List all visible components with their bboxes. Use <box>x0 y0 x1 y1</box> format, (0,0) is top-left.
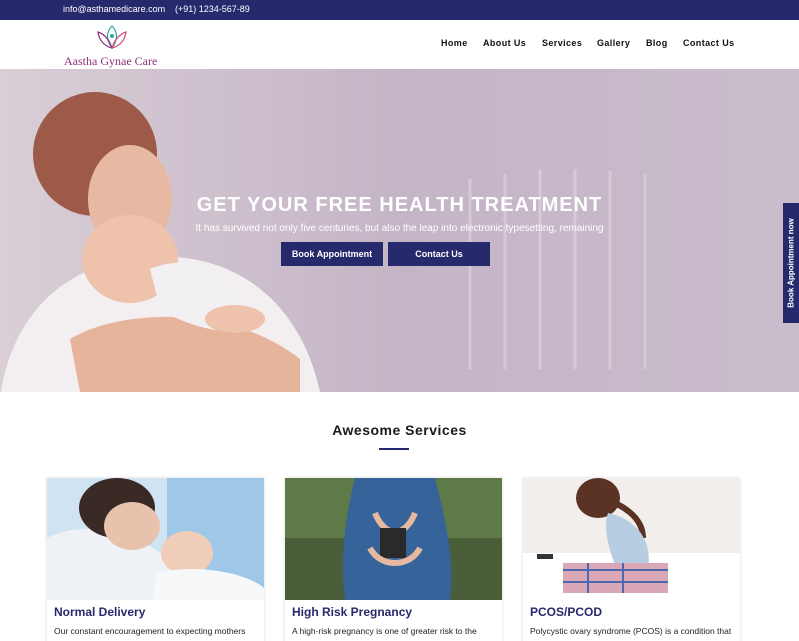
nav-gallery[interactable]: Gallery <box>597 38 630 48</box>
services-heading: Awesome Services <box>332 422 467 438</box>
hero-banner: GET YOUR FREE HEALTH TREATMENT It has su… <box>0 69 799 392</box>
hero-title: GET YOUR FREE HEALTH TREATMENT <box>196 194 603 216</box>
nav-services[interactable]: Services <box>542 38 582 48</box>
site-logo[interactable]: Aastha Gynae Care <box>62 22 172 68</box>
site-header: Aastha Gynae Care Home About Us Services… <box>0 20 799 69</box>
top-email[interactable]: info@asthamedicare.com <box>63 4 165 14</box>
service-card-normal-delivery[interactable]: Normal Delivery Our constant encourageme… <box>47 478 264 641</box>
card-text: Our constant encouragement to expecting … <box>54 626 246 636</box>
service-card-high-risk-pregnancy[interactable]: High Risk Pregnancy A high-risk pregnanc… <box>285 478 502 641</box>
card-text: Polycystic ovary syndrome (PCOS) is a co… <box>530 626 732 636</box>
nav-about[interactable]: About Us <box>483 38 526 48</box>
card-text: A high-risk pregnancy is one of greater … <box>292 626 477 636</box>
high-risk-pregnancy-image <box>285 478 502 600</box>
contact-us-button[interactable]: Contact Us <box>388 242 490 266</box>
normal-delivery-image <box>47 478 264 600</box>
book-appointment-button[interactable]: Book Appointment <box>281 242 383 266</box>
side-tab-label: Book Appointment now <box>786 218 796 308</box>
top-contact-bar: info@asthamedicare.com (+91) 1234-567-89 <box>0 0 799 20</box>
nav-blog[interactable]: Blog <box>646 38 668 48</box>
brand-name: Aastha Gynae Care <box>64 54 158 68</box>
service-card-pcos-pcod[interactable]: PCOS/PCOD Polycystic ovary syndrome (PCO… <box>523 478 740 641</box>
top-phone[interactable]: (+91) 1234-567-89 <box>175 4 250 14</box>
card-title[interactable]: High Risk Pregnancy <box>292 605 412 619</box>
nav-contact[interactable]: Contact Us <box>683 38 735 48</box>
nav-home[interactable]: Home <box>441 38 468 48</box>
heading-underline <box>379 448 409 450</box>
pcos-pcod-image <box>523 478 740 600</box>
book-appointment-side-tab[interactable]: Book Appointment now <box>783 203 799 323</box>
hero-subtitle: It has survived not only five centuries,… <box>195 223 604 234</box>
card-title[interactable]: Normal Delivery <box>54 605 145 619</box>
card-title[interactable]: PCOS/PCOD <box>530 605 602 619</box>
lotus-icon <box>97 25 127 50</box>
